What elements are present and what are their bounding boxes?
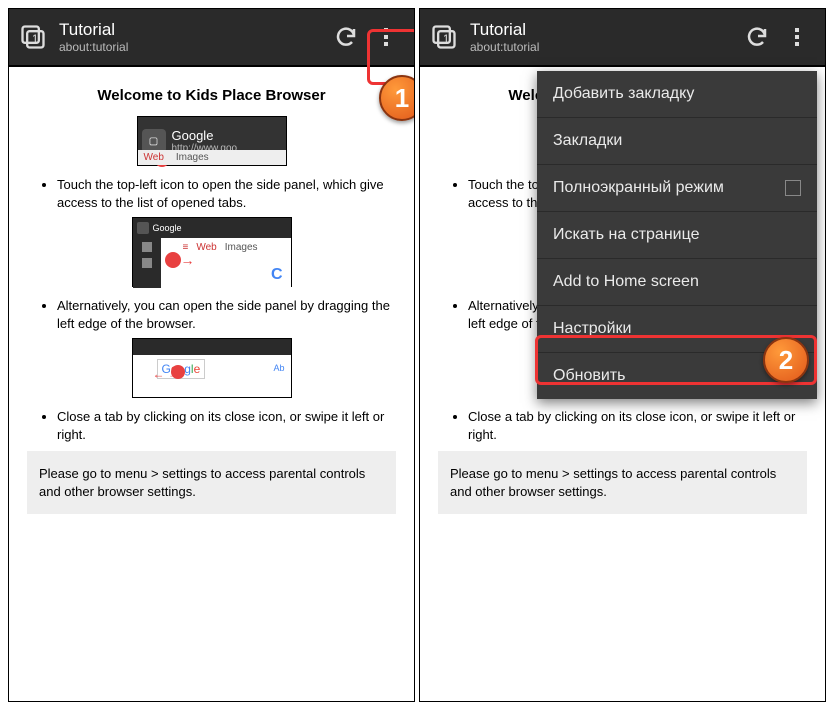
menu-label: Полноэкранный режим bbox=[553, 179, 724, 197]
web-tab-2: Web bbox=[196, 242, 216, 253]
toolbar: 1 Tutorial about:tutorial bbox=[9, 9, 414, 67]
page-url: about:tutorial bbox=[470, 40, 737, 54]
overflow-menu-icon[interactable] bbox=[777, 17, 817, 57]
hand-icon bbox=[171, 365, 185, 379]
title-block: Tutorial about:tutorial bbox=[59, 20, 326, 54]
web-tab: Web bbox=[144, 152, 164, 163]
google-logo: C bbox=[271, 266, 283, 284]
side-panel bbox=[133, 238, 161, 288]
settings-notice: Please go to menu > settings to access p… bbox=[27, 451, 396, 514]
illustration-3: Google Ab ← → bbox=[27, 338, 396, 398]
reload-icon[interactable] bbox=[326, 17, 366, 57]
menu-find-in-page[interactable]: Искать на странице bbox=[537, 212, 817, 259]
mini-tab-icon bbox=[137, 222, 149, 234]
page-title: Tutorial bbox=[470, 20, 737, 40]
page-title: Tutorial bbox=[59, 20, 326, 40]
tabs-icon[interactable]: 1 bbox=[17, 21, 49, 53]
phone-left: 1 Tutorial about:tutorial 1 Welcome to K… bbox=[8, 8, 415, 702]
tabs-icon[interactable]: 1 bbox=[428, 21, 460, 53]
hand-icon bbox=[165, 252, 181, 268]
illus-title: Google bbox=[172, 128, 238, 143]
arrow-icon: → bbox=[181, 252, 195, 268]
menu-label: Закладки bbox=[553, 132, 622, 150]
bullet-3: Close a tab by clicking on its close ico… bbox=[468, 408, 807, 443]
menu-bookmarks[interactable]: Закладки bbox=[537, 118, 817, 165]
illus2-title: Google bbox=[153, 223, 182, 233]
tutorial-heading: Welcome to Kids Place Browser bbox=[27, 87, 396, 104]
menu-add-bookmark[interactable]: Добавить закладку bbox=[537, 71, 817, 118]
bullet-3: Close a tab by clicking on its close ico… bbox=[57, 408, 396, 443]
reload-icon[interactable] bbox=[737, 17, 777, 57]
menu-label: Искать на странице bbox=[553, 226, 699, 244]
menu-label: Добавить закладку bbox=[553, 85, 694, 103]
menu-add-home[interactable]: Add to Home screen bbox=[537, 259, 817, 306]
callout-badge-2: 2 bbox=[763, 337, 809, 383]
bullet-1: Touch the top-left icon to open the side… bbox=[57, 176, 396, 211]
toolbar: 1 Tutorial about:tutorial bbox=[420, 9, 825, 67]
svg-text:1: 1 bbox=[32, 33, 38, 46]
menu-fullscreen[interactable]: Полноэкранный режим bbox=[537, 165, 817, 212]
overflow-menu-icon[interactable] bbox=[366, 17, 406, 57]
images-tab-2: Images bbox=[225, 242, 258, 253]
phone-right: 1 Tutorial about:tutorial Welcome to Kid… bbox=[419, 8, 826, 702]
illustration-1: ▢ Google http://www.goo WebImages bbox=[27, 116, 396, 166]
page-url: about:tutorial bbox=[59, 40, 326, 54]
bullet-2: Alternatively, you can open the side pan… bbox=[57, 297, 396, 332]
svg-text:1: 1 bbox=[443, 33, 449, 46]
checkbox-icon[interactable] bbox=[785, 180, 801, 196]
illustration-2: Google ≡WebImages → C bbox=[27, 217, 396, 287]
menu-label: Настройки bbox=[553, 320, 631, 338]
settings-notice: Please go to menu > settings to access p… bbox=[438, 451, 807, 514]
images-tab: Images bbox=[176, 152, 209, 163]
tutorial-content: Welcome to Kids Place Browser ▢ Google h… bbox=[9, 67, 414, 701]
title-block: Tutorial about:tutorial bbox=[470, 20, 737, 54]
menu-label: Обновить bbox=[553, 367, 625, 385]
menu-label: Add to Home screen bbox=[553, 273, 699, 291]
